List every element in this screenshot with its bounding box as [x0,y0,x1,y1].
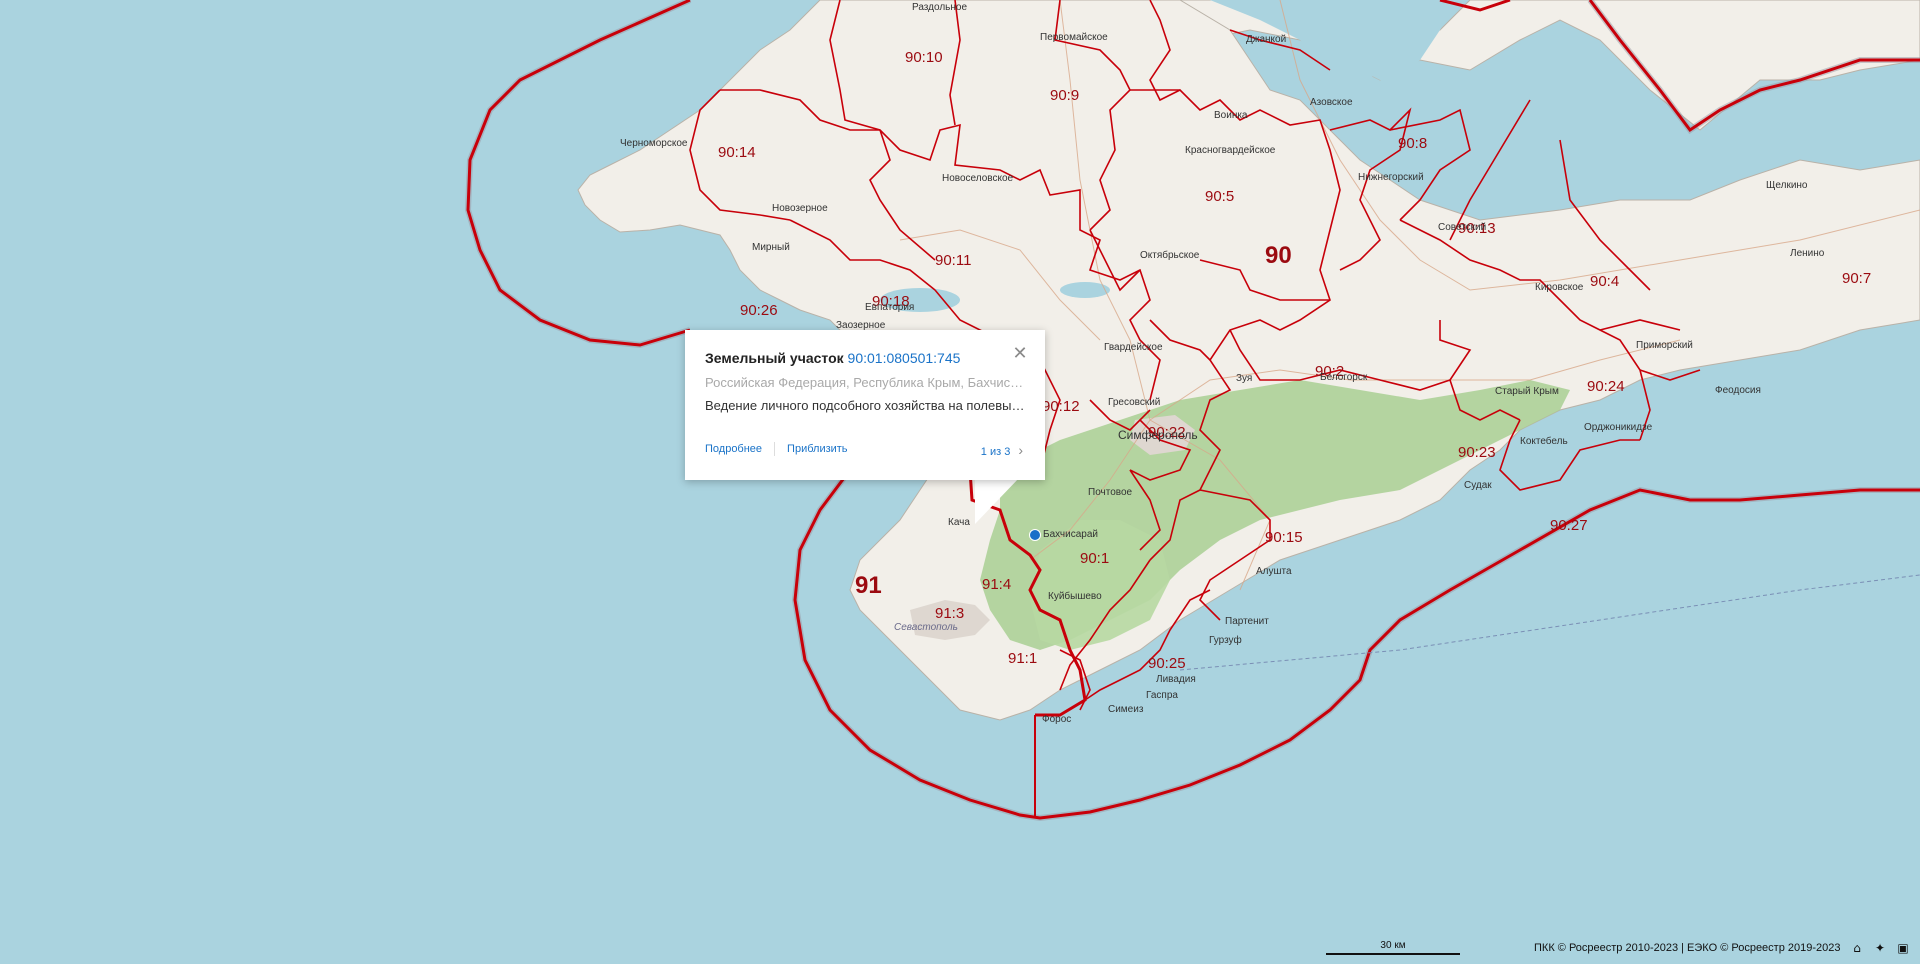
map-svg [0,0,1920,964]
scale-label: 30 км [1380,940,1406,951]
popup-title-prefix: Земельный участок [705,350,844,366]
layers-icon[interactable]: ▣ [1896,941,1910,955]
popup-description: Ведение личного подсобного хозяйства на … [705,398,1025,413]
cadastral-number-link[interactable]: 90:01:080501:745 [848,350,961,366]
popup-pager: 1 из 3 › [981,442,1023,458]
zoom-link[interactable]: Приблизить [787,443,848,455]
chevron-right-icon[interactable]: › [1018,442,1023,458]
parcel-marker[interactable] [1029,529,1041,541]
popup-address: Российская Федерация, Республика Крым, Б… [705,375,1025,390]
lake-donuzlav [880,288,960,312]
copyright: ПКК © Росреестр 2010-2023 | ЕЭКО © Росре… [1534,942,1841,954]
pager-label: 1 из 3 [980,446,1011,458]
scale-bar [1326,953,1460,955]
close-icon[interactable]: ✕ [1011,344,1029,362]
popup-tail [975,478,1019,524]
popup-title: Земельный участок 90:01:080501:745 [705,350,960,366]
divider [774,442,776,456]
parcel-popup: Земельный участок 90:01:080501:745 ✕ Рос… [685,330,1045,480]
details-link[interactable]: Подробнее [705,443,762,455]
map-canvas[interactable]: 90 91 90:1 90:2 90:4 90:5 90:7 90:8 90:9… [0,0,1920,964]
popup-links: Подробнее Приблизить [705,442,848,456]
locate-icon[interactable]: ✦ [1873,941,1887,955]
home-icon[interactable]: ⌂ [1850,941,1864,955]
